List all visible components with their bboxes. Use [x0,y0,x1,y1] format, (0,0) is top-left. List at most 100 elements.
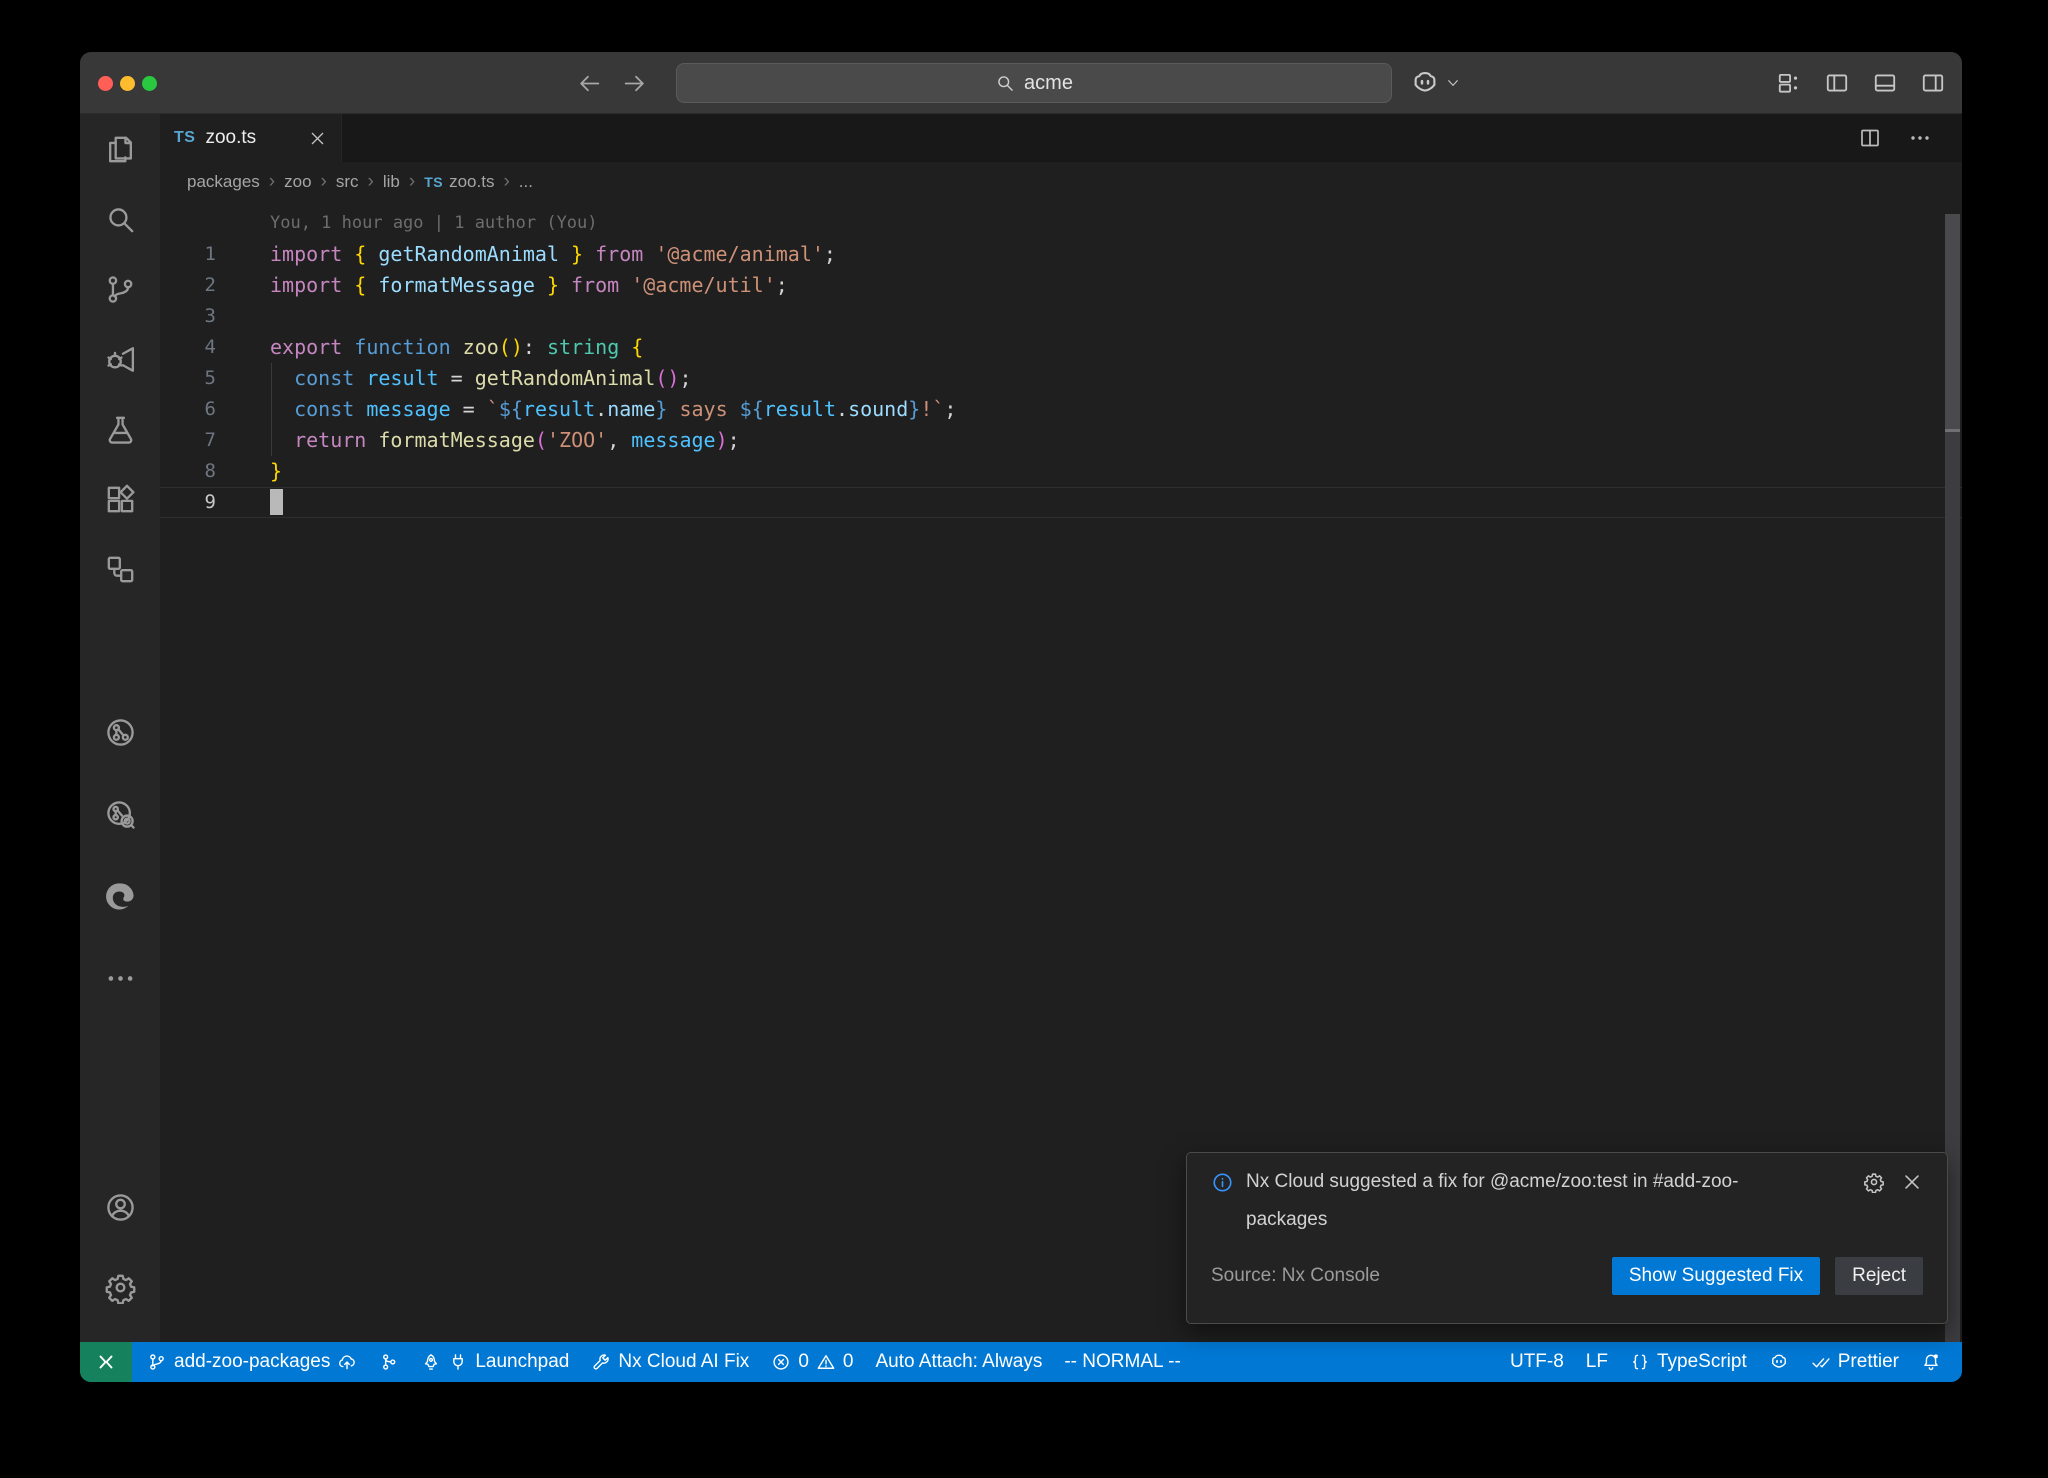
problems-status-label: 0 [798,1351,809,1373]
breadcrumb-item-lib[interactable]: lib [383,172,400,192]
info-icon [1211,1171,1234,1194]
token: result [366,366,450,390]
tab-zoo-ts[interactable]: TS zoo.ts [160,114,342,162]
close-window-button[interactable] [98,76,113,91]
close-tab-icon[interactable] [308,129,327,148]
copilot-status[interactable] [1758,1342,1800,1382]
nx-cloud-ai-fix-status[interactable]: Nx Cloud AI Fix [580,1342,760,1382]
tab-bar: TS zoo.ts [160,114,1962,162]
rocket-icon [421,1352,441,1372]
token: : [523,335,547,359]
braces-icon [1630,1352,1650,1372]
chevron-down-icon[interactable] [1445,75,1461,91]
token: export [270,335,354,359]
code-line-3[interactable]: 3 [160,301,1962,332]
remote-icon [95,1351,117,1373]
plug-icon [448,1352,468,1372]
token: getRandomAnimal [475,366,656,390]
activity-explorer[interactable] [96,125,144,173]
activity-edge-tools[interactable] [96,872,144,920]
language-status-label: TypeScript [1657,1351,1747,1373]
minimize-window-button[interactable] [120,76,135,91]
line-number: 1 [160,239,270,270]
code-line-4[interactable]: 4export function zoo(): string { [160,332,1962,363]
activity-testing[interactable] [96,405,144,453]
breadcrumb-item-zoots[interactable]: TSzoo.ts [424,172,494,192]
line-number: 9 [160,487,270,518]
editor-cursor [270,489,283,515]
code-line-2[interactable]: 2import { formatMessage } from '@acme/ut… [160,270,1962,301]
forward-arrow-icon[interactable] [622,71,647,96]
back-arrow-icon[interactable] [577,71,602,96]
editor-scrollbar[interactable] [1945,214,1960,429]
encoding-status[interactable]: UTF-8 [1499,1342,1575,1382]
notification-close-icon[interactable] [1901,1171,1923,1193]
code-line-9[interactable]: 9 [160,487,1962,518]
vim-mode-status-label: -- NORMAL -- [1064,1351,1180,1373]
toggle-panel-left-icon[interactable] [1824,70,1850,96]
customize-layout-icon[interactable] [1776,70,1802,96]
activity-search[interactable] [96,195,144,243]
title-bar: acme [80,52,1962,114]
ellipsis-icon[interactable] [1908,126,1932,150]
command-center-search[interactable]: acme [676,63,1392,103]
split-editor-icon[interactable] [1858,126,1882,150]
branch-status[interactable]: add-zoo-packages [136,1342,368,1382]
explorer-icon [104,133,137,166]
remote-indicator[interactable] [80,1342,132,1382]
activity-more[interactable] [96,954,144,1002]
problems-status[interactable]: 00 [760,1342,864,1382]
copilot-icon[interactable] [1410,68,1440,98]
launchpad-status[interactable]: Launchpad [410,1342,580,1382]
vim-mode-status[interactable]: -- NORMAL -- [1053,1342,1191,1382]
reject-button[interactable]: Reject [1835,1257,1923,1295]
eol-status[interactable]: LF [1575,1342,1619,1382]
line-content: return formatMessage('ZOO', message); [270,425,740,456]
code-line-6[interactable]: 6 const message = `${result.name} says $… [160,394,1962,425]
typescript-file-icon: TS [174,129,195,147]
breadcrumb-item-packages[interactable]: packages [187,172,260,192]
zoom-window-button[interactable] [142,76,157,91]
code-line-1[interactable]: 1import { getRandomAnimal } from '@acme/… [160,239,1962,270]
activity-settings-gear[interactable] [96,1263,144,1311]
token: ; [944,397,956,421]
notifications-bell[interactable] [1910,1342,1952,1382]
breadcrumb-item-src[interactable]: src [336,172,359,192]
token: () [655,366,679,390]
token: ; [679,366,691,390]
activity-linked-windows[interactable] [96,545,144,593]
code-line-8[interactable]: 8} [160,456,1962,487]
activity-run-debug[interactable] [96,335,144,383]
line-content: export function zoo(): string { [270,332,643,363]
source-control-icon [104,273,137,306]
code-line-5[interactable]: 5 const result = getRandomAnimal(); [160,363,1962,394]
auto-attach-status[interactable]: Auto Attach: Always [864,1342,1053,1382]
token [270,428,294,452]
show-suggested-fix-button[interactable]: Show Suggested Fix [1612,1257,1820,1295]
scm-graph-status[interactable] [368,1342,410,1382]
line-content [270,487,283,518]
activity-nx-console[interactable] [96,708,144,756]
copilot-menu[interactable] [1410,52,1461,114]
notification-settings-icon[interactable] [1863,1171,1885,1193]
token: () [499,335,523,359]
token: name [607,397,655,421]
activity-account[interactable] [96,1183,144,1231]
code-line-7[interactable]: 7 return formatMessage('ZOO', message); [160,425,1962,456]
prettier-status[interactable]: Prettier [1800,1342,1910,1382]
language-status[interactable]: TypeScript [1619,1342,1758,1382]
token: !` [920,397,944,421]
line-content: } [270,456,282,487]
token: formatMessage [378,428,535,452]
activity-nx-console-cloud[interactable] [96,790,144,838]
branch-status-label: add-zoo-packages [174,1351,330,1373]
activity-source-control[interactable] [96,265,144,313]
toggle-panel-right-icon[interactable] [1920,70,1946,96]
breadcrumb-item-[interactable]: ... [519,172,533,192]
line-content: import { formatMessage } from '@acme/uti… [270,270,788,301]
token: 'ZOO' [547,428,607,452]
activity-extensions[interactable] [96,475,144,523]
token: sound [848,397,908,421]
toggle-panel-bottom-icon[interactable] [1872,70,1898,96]
breadcrumb-item-zoo[interactable]: zoo [284,172,311,192]
